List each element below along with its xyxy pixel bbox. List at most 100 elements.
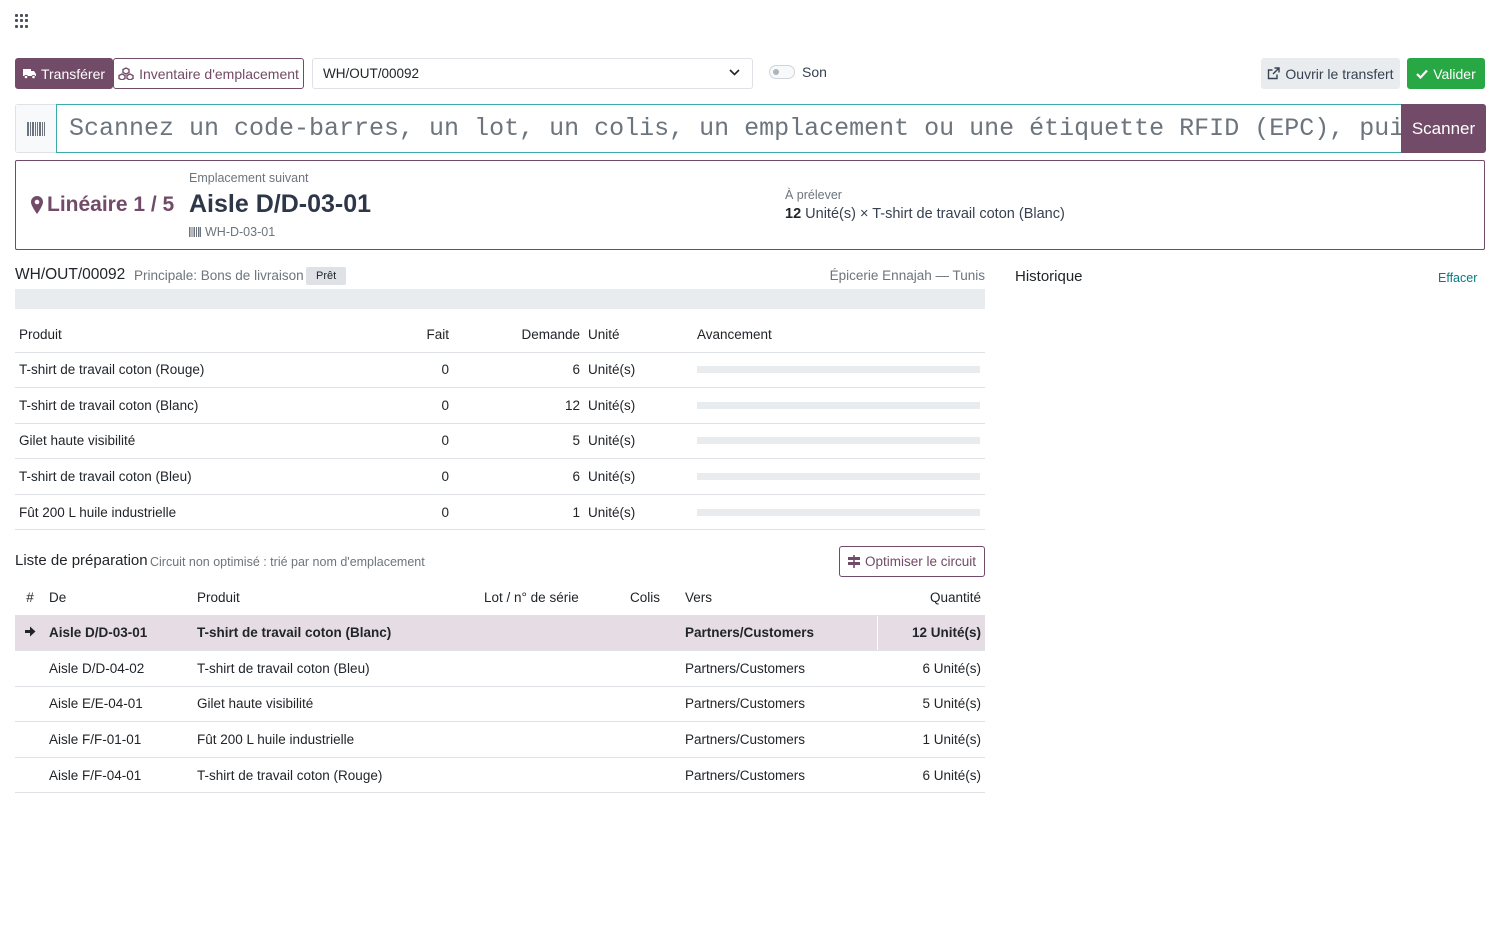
barcode-icon <box>189 227 201 237</box>
picking-from: Aisle E/E-04-01 <box>45 686 193 723</box>
picking-row[interactable]: Aisle D/D-04-02 T-shirt de travail coton … <box>15 650 985 687</box>
pick-quantity: 12 <box>785 206 802 222</box>
col-progress: Avancement <box>693 317 985 353</box>
picking-to: Partners/Customers <box>681 686 877 723</box>
move-unit: Unité(s) <box>584 352 693 389</box>
move-progress <box>693 494 985 531</box>
barcode-value: WH-D-03-01 <box>205 225 276 239</box>
toggle-switch[interactable] <box>769 65 795 79</box>
picking-num <box>15 757 45 794</box>
pick-label: À prélever <box>785 188 842 202</box>
col-to: Vers <box>681 580 877 616</box>
picking-product: T-shirt de travail coton (Blanc) <box>193 615 480 652</box>
picking-product: Gilet haute visibilité <box>193 686 480 723</box>
status-badge: Prêt <box>306 267 347 285</box>
next-location-label: Emplacement suivant <box>189 171 309 185</box>
move-progress-bar <box>697 366 980 374</box>
scan-input-placeholder: Scannez un code-barres, un lot, un colis… <box>69 114 1402 143</box>
move-progress-bar <box>697 437 980 445</box>
picking-quantity: 6 Unité(s) <box>877 650 985 687</box>
validate-label: Valider <box>1433 65 1476 82</box>
move-product: T-shirt de travail coton (Bleu) <box>15 458 345 495</box>
picking-quantity: 1 Unité(s) <box>877 721 985 758</box>
check-icon <box>1416 69 1429 79</box>
col-package: Colis <box>626 580 681 616</box>
operation-select-value: WH/OUT/00092 <box>323 66 420 81</box>
pick-instruction: 12 Unité(s) × T-shirt de travail coton (… <box>785 206 1065 222</box>
cubes-icon <box>118 67 134 80</box>
move-demand: 12 <box>453 387 584 424</box>
move-done: 0 <box>345 458 453 495</box>
map-marker-icon <box>31 196 43 214</box>
partner-name: Épicerie Ennajah — Tunis <box>829 268 985 283</box>
move-row[interactable]: T-shirt de travail coton (Rouge) 0 6 Unité(… <box>15 352 985 389</box>
move-done: 0 <box>345 387 453 424</box>
picking-header-row: # De Produit Lot / n° de série Colis Ver… <box>15 580 985 616</box>
picking-table: # De Produit Lot / n° de série Colis Ver… <box>15 580 985 794</box>
picking-row[interactable]: Aisle F/F-01-01 Fût 200 L huile industrie… <box>15 721 985 758</box>
picking-quantity: 6 Unité(s) <box>877 757 985 794</box>
col-product: Produit <box>15 317 345 353</box>
picking-to: Partners/Customers <box>681 615 877 652</box>
clear-history-link[interactable]: Effacer <box>1438 271 1477 285</box>
document-header: WH/OUT/00092 Principale: Bons de livrais… <box>15 265 985 285</box>
scan-button[interactable]: Scanner <box>1401 104 1486 153</box>
inventory-label: Inventaire d'emplacement <box>139 65 299 82</box>
history-title: Historique <box>1015 268 1083 285</box>
picking-num <box>15 686 45 723</box>
move-demand: 5 <box>453 423 584 460</box>
col-num: # <box>15 580 45 616</box>
next-location-name: Aisle D/D-03-01 <box>189 190 372 218</box>
open-transfer-label: Ouvrir le transfert <box>1285 65 1394 82</box>
move-row[interactable]: Gilet haute visibilité 0 5 Unité(s) <box>15 423 985 460</box>
picking-product: Fût 200 L huile industrielle <box>193 721 480 758</box>
chevron-down-icon <box>729 69 740 76</box>
external-link-icon <box>1268 67 1281 80</box>
validate-button[interactable]: Valider <box>1407 58 1485 89</box>
moves-header-row: Produit Fait Demande Unité Avancement <box>15 317 985 353</box>
picking-row[interactable]: Aisle D/D-03-01 T-shirt de travail coton … <box>15 615 985 652</box>
picking-lot <box>480 686 626 723</box>
col-lot: Lot / n° de série <box>480 580 626 616</box>
move-progress <box>693 423 985 460</box>
move-row[interactable]: Fût 200 L huile industrielle 0 1 Unité(s) <box>15 494 985 531</box>
move-row[interactable]: T-shirt de travail coton (Blanc) 0 12 Unité… <box>15 387 985 424</box>
scan-input[interactable]: Scannez un code-barres, un lot, un colis… <box>56 104 1402 153</box>
col-quantity: Quantité <box>877 580 985 616</box>
document-type: Principale: Bons de livraison <box>134 268 304 283</box>
picking-product: T-shirt de travail coton (Rouge) <box>193 757 480 794</box>
optimize-route-button[interactable]: Optimiser le circuit <box>839 546 985 577</box>
truck-icon <box>22 69 36 79</box>
document-reference: WH/OUT/00092 <box>15 266 126 283</box>
move-progress <box>693 458 985 495</box>
picking-list-subtitle: Circuit non optimisé : trié par nom d'em… <box>150 555 425 569</box>
open-transfer-button[interactable]: Ouvrir le transfert <box>1261 58 1400 89</box>
apps-grid-icon[interactable] <box>15 14 29 28</box>
move-unit: Unité(s) <box>584 494 693 531</box>
route-icon <box>847 555 860 568</box>
move-progress-bar <box>697 401 980 409</box>
scanner-bar: Scannez un code-barres, un lot, un colis… <box>15 104 1486 153</box>
move-row[interactable]: T-shirt de travail coton (Bleu) 0 6 Unité(s… <box>15 458 985 495</box>
move-progress <box>693 352 985 389</box>
barcode-icon <box>16 105 57 152</box>
picking-num <box>15 615 45 652</box>
operation-select[interactable]: WH/OUT/00092 <box>312 58 753 89</box>
picking-row[interactable]: Aisle F/F-04-01 T-shirt de travail coton … <box>15 757 985 794</box>
picking-to: Partners/Customers <box>681 650 877 687</box>
picking-product: T-shirt de travail coton (Bleu) <box>193 650 480 687</box>
picking-from: Aisle D/D-03-01 <box>45 615 193 652</box>
move-product: Gilet haute visibilité <box>15 423 345 460</box>
arrow-right-icon <box>24 626 35 637</box>
transfer-label: Transférer <box>40 65 106 82</box>
col-from: De <box>45 580 193 616</box>
move-product: T-shirt de travail coton (Rouge) <box>15 352 345 389</box>
sound-toggle[interactable]: Son <box>769 64 827 80</box>
next-location-card: Linéaire 1 / 5 Emplacement suivant Aisle… <box>15 160 1485 250</box>
transfer-button[interactable]: Transférer <box>15 58 113 89</box>
picking-row[interactable]: Aisle E/E-04-01 Gilet haute visibilité Par… <box>15 686 985 723</box>
moves-table: Produit Fait Demande Unité Avancement T-… <box>15 317 985 531</box>
location-inventory-button[interactable]: Inventaire d'emplacement <box>113 58 304 89</box>
picking-package <box>626 650 681 687</box>
col-unit: Unité <box>584 317 693 353</box>
